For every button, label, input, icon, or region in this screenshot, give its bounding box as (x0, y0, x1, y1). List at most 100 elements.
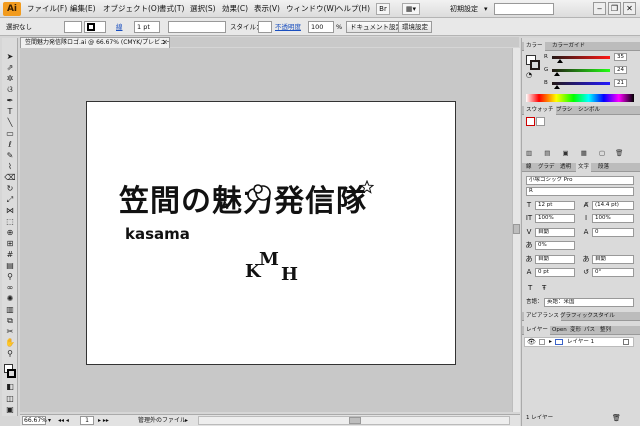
opacity-field[interactable]: 100 (308, 21, 334, 33)
minimize-icon[interactable]: ‒ (593, 2, 606, 15)
font-family-field[interactable]: 小塚ゴシック Pro (526, 176, 634, 185)
stroke-label[interactable]: 線 (116, 22, 123, 32)
trash-icon[interactable]: 🗑 (615, 149, 623, 157)
swatch-group-icon[interactable]: ▦ (581, 149, 587, 157)
color-mode-icon[interactable]: ◧ (3, 382, 17, 392)
line-tool-icon[interactable]: ╲ (3, 118, 17, 128)
shape-builder-tool-icon[interactable]: ⊕ (3, 228, 17, 238)
zoom-dropdown-icon[interactable]: ▾ (48, 416, 51, 425)
gradient-tool-icon[interactable]: ▤ (3, 261, 17, 271)
direct-selection-tool-icon[interactable]: ⇗ (3, 63, 17, 73)
aki-left-field[interactable]: 自動 (535, 255, 575, 264)
menu-select[interactable]: 選択(S) (190, 3, 216, 15)
swatch-options-icon[interactable]: ▣ (562, 149, 568, 157)
slice-tool-icon[interactable]: ✂ (3, 327, 17, 337)
maximize-icon[interactable]: ❐ (608, 2, 621, 15)
rotate-tool-icon[interactable]: ↻ (3, 184, 17, 194)
layer-expand-icon[interactable]: ▸ (549, 338, 552, 346)
vertical-scrollbar[interactable] (512, 48, 520, 412)
screen-mode-icon[interactable]: ▣ (3, 405, 17, 415)
magic-wand-tool-icon[interactable]: ✲ (3, 74, 17, 84)
tab-appearance[interactable]: アピアランス (524, 312, 561, 321)
monogram-logo[interactable]: K M H (245, 250, 315, 288)
tab-gradient[interactable]: グラデ (536, 163, 557, 172)
eraser-tool-icon[interactable]: ⌫ (3, 173, 17, 183)
bridge-icon[interactable]: Br (376, 3, 390, 15)
lasso-tool-icon[interactable]: ଓ (3, 85, 17, 95)
first-artboard-icon[interactable]: ◂◂ ◂ (58, 416, 69, 425)
blob-brush-tool-icon[interactable]: ⌇ (3, 162, 17, 172)
chevron-down-icon[interactable]: ▾ (484, 3, 488, 15)
menu-window[interactable]: ウィンドウ(W) (286, 3, 337, 15)
variable-width-profile[interactable] (168, 21, 226, 33)
eyedropper-tool-icon[interactable]: ⚲ (3, 272, 17, 282)
artboard-number-field[interactable]: 1 (80, 416, 94, 425)
status-text[interactable]: 管理外のファイル (138, 416, 186, 425)
tab-brushes[interactable]: ブラシ (554, 106, 574, 115)
logo-subtext[interactable]: kasama (125, 226, 190, 242)
swatch-none[interactable] (526, 117, 535, 126)
search-input[interactable] (494, 3, 554, 15)
menu-help[interactable]: ヘルプ(H) (336, 3, 370, 15)
font-style-field[interactable]: R (526, 187, 634, 196)
paintbrush-tool-icon[interactable]: ℓ (3, 140, 17, 150)
tab-transform[interactable]: 変形 (568, 326, 583, 335)
rectangle-tool-icon[interactable]: ▭ (3, 129, 17, 139)
swatch-registration[interactable] (536, 117, 545, 126)
width-tool-icon[interactable]: ⋈ (3, 206, 17, 216)
vertical-scale-field[interactable]: 100% (535, 214, 575, 223)
layer-lock-toggle[interactable] (539, 339, 545, 345)
tab-open[interactable]: Open (550, 326, 569, 335)
channel-g-value[interactable]: 24 (614, 66, 627, 74)
layer-row[interactable]: 👁 ▸ レイヤー 1 (524, 337, 634, 347)
tab-color-guide[interactable]: カラーガイド (550, 42, 587, 51)
baseline-shift-field[interactable]: 0 pt (535, 268, 575, 277)
layer-visibility-icon[interactable]: 👁 (527, 338, 536, 346)
pen-tool-icon[interactable]: ✒ (3, 96, 17, 106)
scale-tool-icon[interactable]: ⤢ (3, 195, 17, 205)
font-size-field[interactable]: 12 pt (535, 201, 575, 210)
preferences-button[interactable]: 環境設定 (398, 21, 432, 33)
kerning-field[interactable]: 自動 (535, 228, 575, 237)
tab-swatches[interactable]: スウォッチ (524, 106, 556, 115)
document-settings-button[interactable]: ドキュメント設定 (346, 21, 406, 33)
graphic-style-picker[interactable] (258, 21, 272, 33)
menu-edit[interactable]: 編集(E) (70, 3, 96, 15)
hand-tool-icon[interactable]: ✋ (3, 338, 17, 348)
logo-text[interactable]: 笠間の魅力発信隊 (119, 184, 367, 220)
arrange-documents-icon[interactable]: ▦▾ (402, 3, 420, 15)
tab-close-icon[interactable]: × (162, 37, 170, 47)
zoom-tool-icon[interactable]: ⚲ (3, 349, 17, 359)
tracking-field[interactable]: 0 (592, 228, 634, 237)
swatch-library-icon[interactable]: ▥ (526, 149, 532, 157)
scrollbar-thumb[interactable] (513, 224, 520, 234)
swatch-kind-icon[interactable]: ▤ (544, 149, 550, 157)
drawing-mode-icon[interactable]: ◫ (3, 394, 17, 404)
mesh-tool-icon[interactable]: # (3, 250, 17, 260)
tate-chu-yoko-icon[interactable]: T (528, 284, 532, 292)
zoom-field[interactable]: 66.67% (22, 416, 47, 425)
free-transform-tool-icon[interactable]: ⬚ (3, 217, 17, 227)
tsume-field[interactable]: 0% (535, 241, 575, 250)
graph-tool-icon[interactable]: ▥ (3, 305, 17, 315)
artboard[interactable]: 笠間の魅力発信隊 kasama K M H (86, 101, 456, 365)
menu-file[interactable]: ファイル(F) (27, 3, 67, 15)
channel-b-knob[interactable] (553, 85, 560, 89)
color-spectrum[interactable] (526, 94, 634, 102)
horizontal-scrollbar-thumb[interactable] (349, 417, 361, 424)
status-menu-icon[interactable]: ▸ (185, 416, 188, 425)
tab-color[interactable]: カラー (524, 42, 545, 51)
channel-g-knob[interactable] (554, 72, 561, 76)
new-swatch-icon[interactable]: ▢ (599, 149, 605, 157)
pencil-tool-icon[interactable]: ✎ (3, 151, 17, 161)
horizontal-scrollbar[interactable] (198, 416, 510, 425)
tab-character[interactable]: 文字 (576, 163, 592, 172)
opacity-label[interactable]: 不透明度 (275, 22, 301, 32)
channel-b-slider[interactable] (552, 82, 610, 85)
type-tool-icon[interactable]: T (3, 107, 17, 117)
menu-effect[interactable]: 効果(C) (222, 3, 248, 15)
aki-right-field[interactable]: 自動 (592, 255, 634, 264)
tab-paragraph[interactable]: 段落 (596, 163, 611, 172)
blend-tool-icon[interactable]: ∞ (3, 283, 17, 293)
tab-transparency[interactable]: 透明 (558, 163, 573, 172)
